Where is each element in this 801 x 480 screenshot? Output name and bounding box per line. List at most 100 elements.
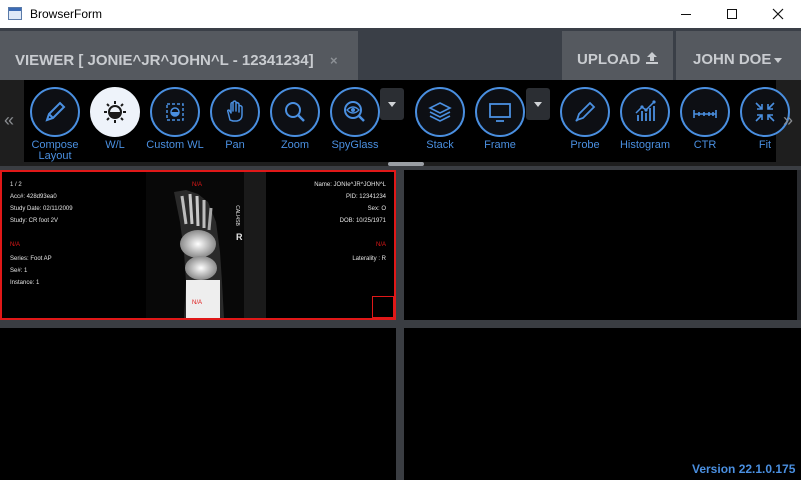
zoom-button[interactable] [270,87,320,137]
tool-zoom[interactable]: Zoom [264,87,326,159]
tool-frame[interactable]: Frame [469,87,531,159]
magnifier-icon [285,102,305,122]
chevron-down-icon [388,101,396,107]
user-menu-button[interactable]: JOHN DOE [676,31,801,80]
overlay-patient-name: Name: JONIe^JR^JOHN^L [314,182,386,188]
tool-label: Custom WL [146,139,204,151]
close-icon [772,8,784,20]
maximize-button[interactable] [709,0,755,28]
tool-pan[interactable]: Pan [204,87,266,159]
overlay-series: Series: Foot AP [10,256,52,262]
viewport-corner-marker [372,296,394,318]
tool-label: CTR [693,139,717,151]
tool-label: Frame [484,139,516,151]
window-titlebar: BrowserForm [0,0,801,28]
ruler-icon [693,110,717,118]
scroll-left-icon[interactable]: « [4,110,14,131]
tool-label: Fit [758,139,772,151]
upload-label: UPLOAD [577,51,641,68]
spyglass-button[interactable] [330,87,380,137]
custom-wl-button[interactable] [150,87,200,137]
maximize-icon [727,9,737,19]
tool-label: Zoom [280,139,310,151]
stack-icon [428,102,452,122]
wl-button[interactable] [90,87,140,137]
tab-close-icon[interactable]: × [330,53,338,68]
compose-layout-button[interactable] [30,87,80,137]
window-title: BrowserForm [30,7,103,21]
viewport-3[interactable] [0,328,396,480]
overlay-instance: Instance: 1 [10,280,40,286]
overlay-accession: Acc#: 428d93ea0 [10,194,57,200]
app-header: VIEWER [ JONIE^JR^JOHN^L - 12341234] × U… [0,28,801,80]
overlay-frame-count: 1 / 2 [10,182,22,188]
tool-label: Pan [225,139,245,151]
overlay-marker-r: R [236,232,243,242]
tool-label: SpyGlass [331,139,379,151]
viewport-active[interactable]: 1 / 2 Acc#: 428d93ea0 Study Date: 02/11/… [0,170,396,320]
frame-icon [489,103,511,122]
frame-button[interactable] [475,87,525,137]
overlay-study: Study: CR foot 2V [10,218,59,224]
hand-icon [226,100,243,122]
tool-probe[interactable]: Probe [554,87,616,159]
overlay-patient-id: PID: 12341234 [345,194,386,200]
version-label: Version 22.1.0.175 [692,462,796,476]
tool-compose-layout[interactable]: Compose Layout [24,87,86,162]
overlay-laterality: Laterality : R [352,256,386,262]
overlay-sex: Sex: O [367,206,386,212]
upload-icon [646,52,658,64]
app-icon [8,7,22,20]
custom-wl-icon [166,103,184,121]
spyglass-dropdown-button[interactable] [380,88,404,120]
tool-wl[interactable]: W/L [84,87,146,159]
fit-icon [755,102,775,122]
minimize-button[interactable] [663,0,709,28]
viewport-scrollbar[interactable] [797,170,801,320]
stack-button[interactable] [415,87,465,137]
minimize-icon [681,13,691,15]
close-window-button[interactable] [755,0,801,28]
tab-viewer[interactable]: VIEWER [ JONIE^JR^JOHN^L - 12341234] × [0,31,358,80]
viewport-4[interactable] [404,328,801,480]
tool-label: Compose Layout [31,139,79,162]
spyglass-icon [344,101,365,122]
foot-xray-image [146,172,266,318]
overlay-top-na: N/A [192,182,203,188]
viewer-tab-label: VIEWER [ JONIE^JR^JOHN^L - 12341234] [15,52,314,69]
overlay-right-na: N/A [375,242,386,248]
scroll-right-icon[interactable]: » [783,110,793,131]
chevron-down-icon [534,101,542,107]
upload-button[interactable]: UPLOAD [562,31,673,80]
tool-spyglass[interactable]: SpyGlass [324,87,386,159]
tool-ribbon: « Compose Layout W/L Custom WL Pan Zoom … [0,80,801,166]
overlay-study-date: Study Date: 02/11/2009 [10,206,73,212]
viewport-grid: 1 / 2 Acc#: 428d93ea0 Study Date: 02/11/… [0,166,801,480]
probe-button[interactable] [560,87,610,137]
overlay-bottom-na: N/A [192,300,203,306]
user-name: JOHN DOE [693,51,772,68]
viewport-2[interactable] [404,170,801,320]
histogram-button[interactable] [620,87,670,137]
pencil-icon [45,101,66,122]
overlay-marker-text: CALI4SB [233,205,240,226]
chevron-down-icon [774,58,782,63]
tool-label: Histogram [619,139,671,151]
tool-histogram[interactable]: Histogram [614,87,676,159]
window-level-icon [104,101,126,123]
probe-icon [575,101,596,122]
overlay-dob: DOB: 10/25/1971 [339,218,386,224]
overlay-left-na: N/A [10,242,21,248]
tool-label: Probe [570,139,600,151]
tool-label: Stack [426,139,454,151]
tool-custom-wl[interactable]: Custom WL [144,87,206,159]
tool-stack[interactable]: Stack [409,87,471,159]
histogram-icon [635,100,656,121]
tool-ctr[interactable]: CTR [674,87,736,159]
ctr-button[interactable] [680,87,730,137]
tool-label: W/L [105,139,125,151]
overlay-series-number: Se#: 1 [10,268,28,274]
pan-button[interactable] [210,87,260,137]
frame-dropdown-button[interactable] [526,88,550,120]
xray-image [146,172,266,318]
